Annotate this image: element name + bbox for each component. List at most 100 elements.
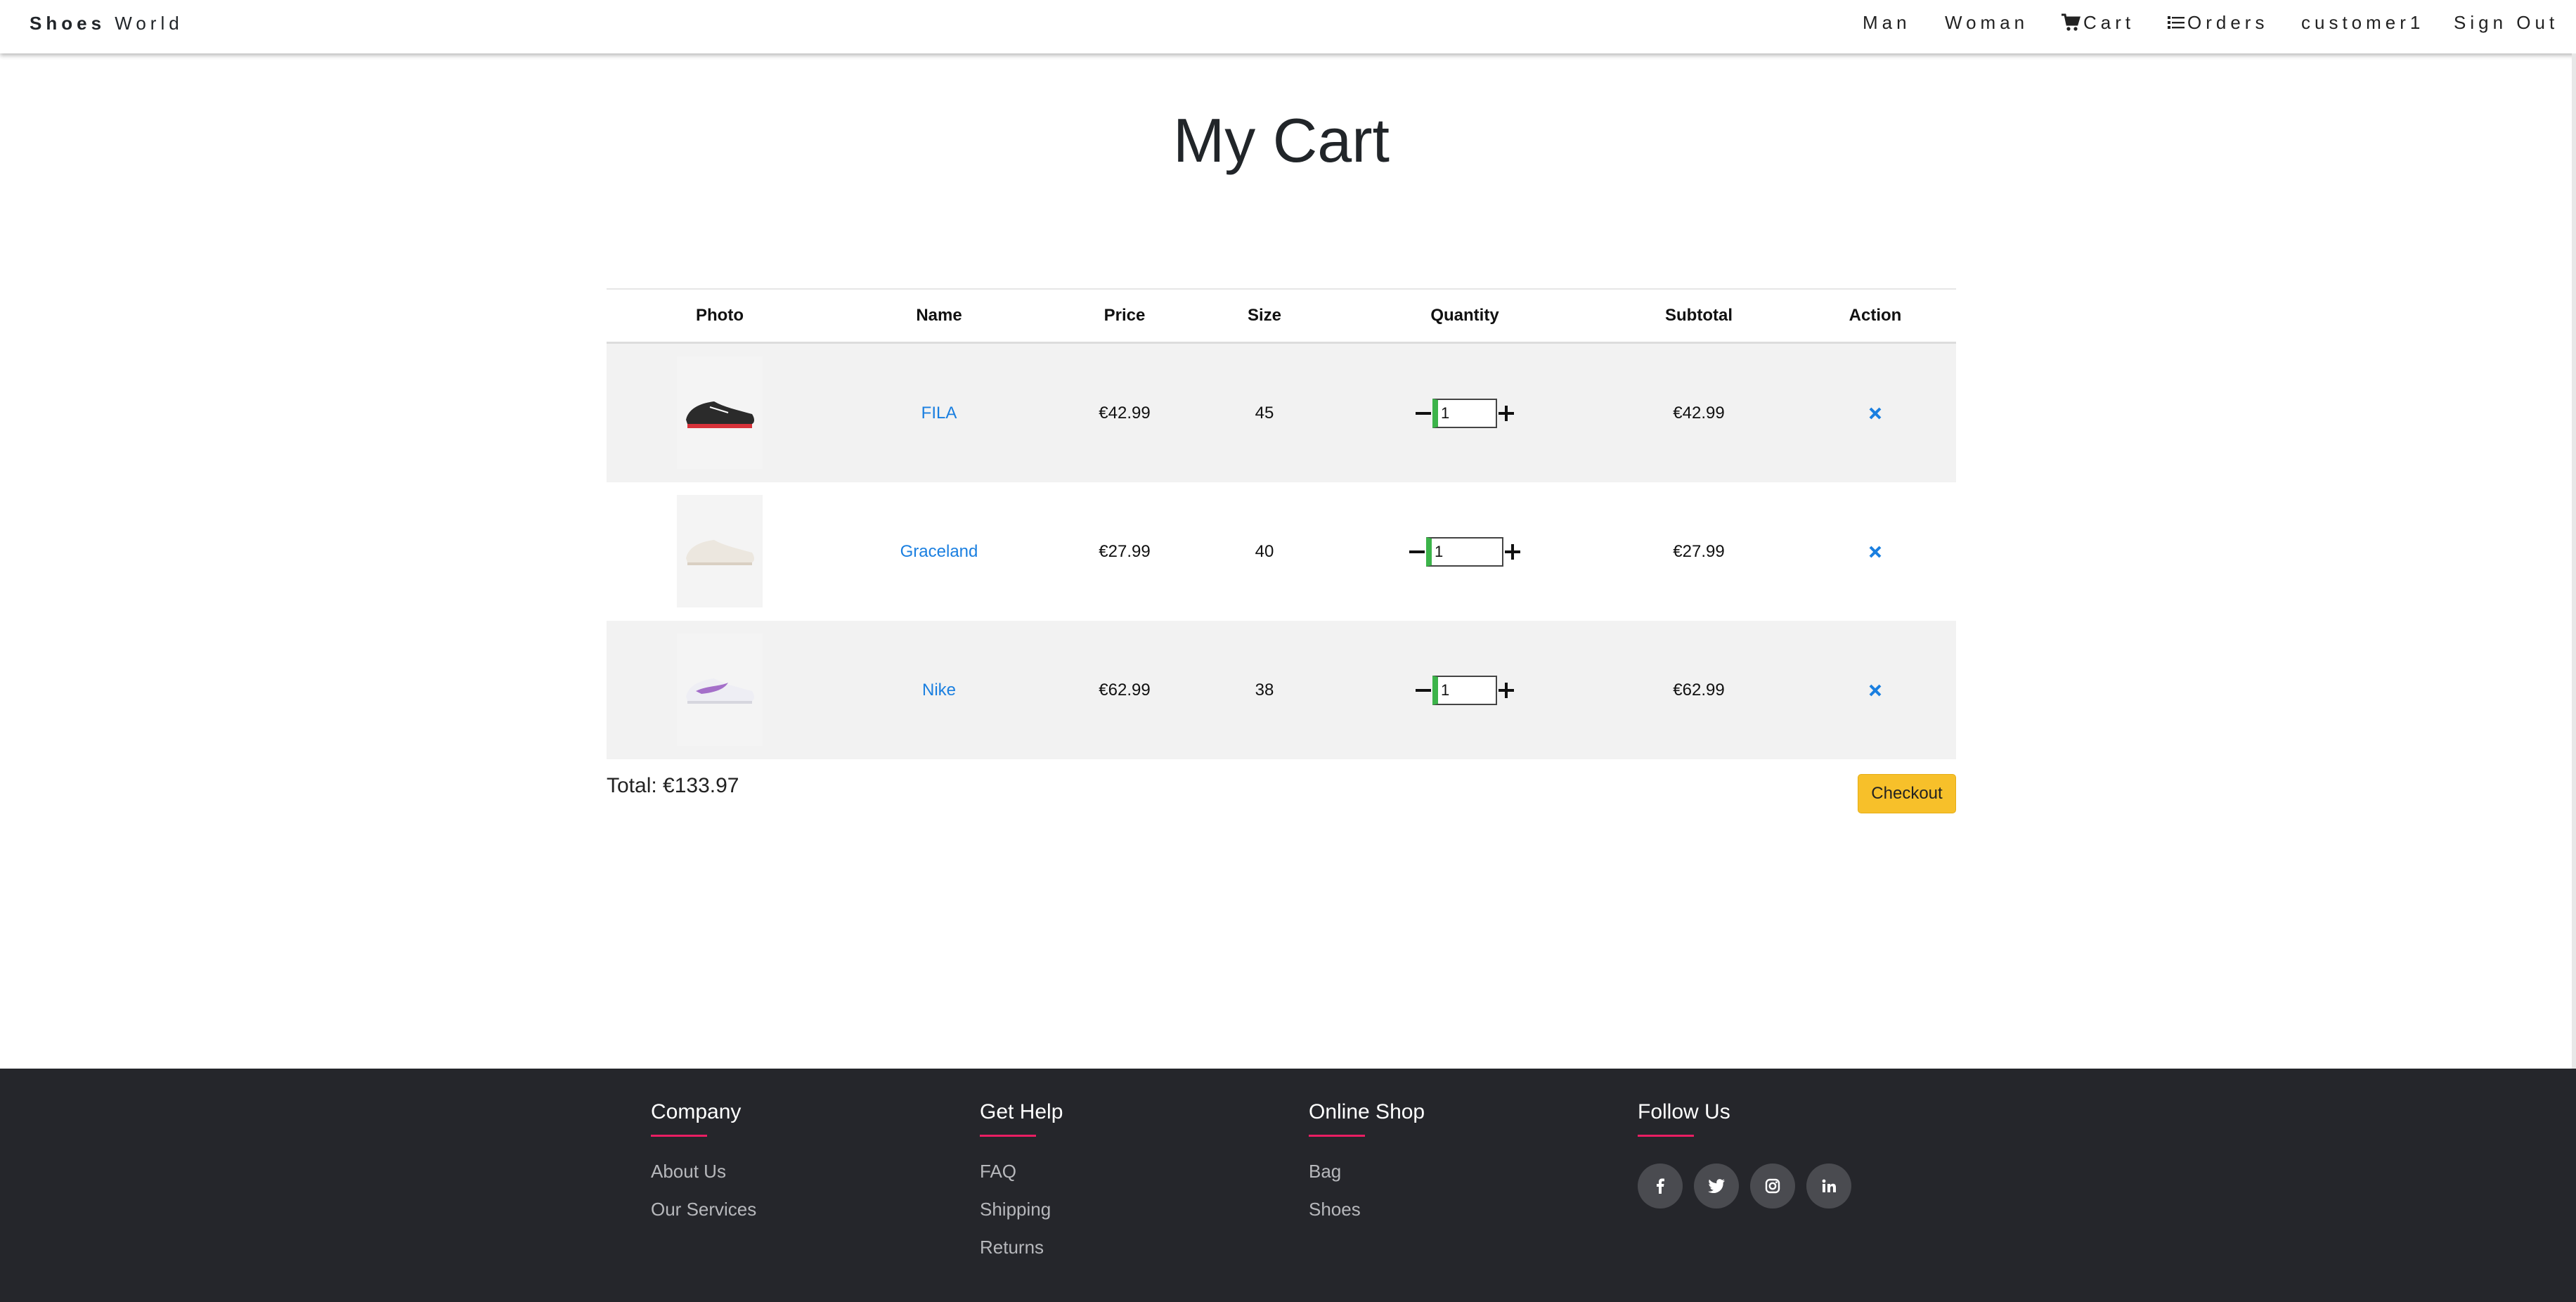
header-size: Size [1247, 306, 1282, 325]
remove-item-button[interactable] [1869, 344, 1882, 482]
brand-rest: World [115, 13, 183, 34]
footer-shop: Online Shop Bag Shoes [1309, 1098, 1425, 1228]
footer-link-bag[interactable]: Bag [1309, 1152, 1425, 1190]
header-name: Name [916, 306, 962, 325]
quantity-stepper [1414, 621, 1515, 759]
cart-icon [2062, 13, 2080, 31]
product-size: 38 [1255, 681, 1274, 700]
checkout-button[interactable]: Checkout [1858, 774, 1956, 813]
cart-table: Photo Name Price Size Quantity Subtotal … [607, 288, 1956, 759]
footer-follow: Follow Us [1638, 1098, 1851, 1208]
page-title: My Cart [1173, 105, 1390, 175]
remove-item-button[interactable] [1869, 482, 1882, 621]
table-row: FILA €42.99 45 €42.99 [607, 344, 1956, 482]
minus-icon [1409, 550, 1425, 553]
product-size: 45 [1255, 404, 1274, 423]
footer-title-underline [1309, 1135, 1365, 1137]
table-row: Nike €62.99 38 €62.99 [607, 621, 1956, 759]
product-price: €27.99 [1099, 542, 1151, 561]
decrease-quantity-button[interactable] [1414, 399, 1432, 427]
table-row: Graceland €27.99 40 €27.99 [607, 482, 1956, 621]
linkedin-button[interactable] [1806, 1164, 1851, 1208]
sneaker-image [686, 401, 754, 428]
nav-signout[interactable]: Sign Out [2454, 10, 2558, 35]
nav-signout-label: Sign Out [2454, 12, 2559, 33]
product-name-link[interactable]: FILA [921, 344, 957, 482]
table-header: Photo Name Price Size Quantity Subtotal … [607, 288, 1956, 344]
quantity-input[interactable] [1432, 675, 1497, 705]
nav-cart-label: Cart [2083, 12, 2135, 33]
nav-man-label: Man [1863, 12, 1911, 33]
footer-link-faq[interactable]: FAQ [980, 1152, 1063, 1190]
facebook-button[interactable] [1638, 1164, 1683, 1208]
plus-icon [1499, 405, 1514, 421]
header-price: Price [1103, 306, 1146, 325]
scrollbar-track[interactable] [2572, 53, 2576, 1069]
product-size: 40 [1255, 542, 1274, 561]
cart-total: Total: €133.97 [607, 774, 739, 797]
close-icon [1869, 546, 1882, 557]
increase-quantity-button[interactable] [1497, 676, 1515, 704]
product-photo[interactable] [677, 495, 763, 607]
nav-cart[interactable]: Cart [2061, 10, 2135, 35]
footer-title-underline [980, 1135, 1036, 1137]
twitter-button[interactable] [1694, 1164, 1739, 1208]
footer-company-title: Company [651, 1100, 742, 1123]
product-subtotal: €27.99 [1673, 542, 1725, 561]
plus-icon [1499, 682, 1514, 698]
footer-link-about[interactable]: About Us [651, 1152, 756, 1190]
increase-quantity-button[interactable] [1497, 399, 1515, 427]
footer-link-services[interactable]: Our Services [651, 1190, 756, 1228]
footer-company: Company About Us Our Services [651, 1098, 756, 1228]
plus-icon [1505, 543, 1520, 560]
list-icon [2168, 16, 2185, 29]
close-icon [1869, 407, 1882, 419]
product-price: €62.99 [1099, 681, 1151, 700]
instagram-button[interactable] [1750, 1164, 1795, 1208]
twitter-icon [1708, 1179, 1725, 1193]
minus-icon [1416, 411, 1431, 415]
facebook-icon [1657, 1178, 1664, 1194]
instagram-icon [1765, 1178, 1780, 1194]
product-name-link[interactable]: Graceland [900, 482, 978, 621]
decrease-quantity-button[interactable] [1414, 676, 1432, 704]
quantity-input[interactable] [1432, 398, 1497, 428]
footer-shop-title: Online Shop [1309, 1100, 1425, 1123]
quantity-stepper [1414, 344, 1515, 482]
sneaker-image [686, 540, 754, 565]
footer-link-shoes[interactable]: Shoes [1309, 1190, 1425, 1228]
increase-quantity-button[interactable] [1503, 538, 1522, 566]
sneaker-image [686, 678, 754, 704]
footer-link-returns[interactable]: Returns [980, 1228, 1063, 1266]
nav-user[interactable]: customer1 [2301, 10, 2424, 35]
header-photo: Photo [696, 306, 744, 325]
product-name-link[interactable]: Nike [922, 621, 956, 759]
footer: Company About Us Our Services Get Help F… [0, 1069, 2576, 1302]
nav-user-label: customer1 [2301, 12, 2425, 33]
quantity-stepper [1408, 482, 1522, 621]
product-photo[interactable] [677, 633, 763, 746]
nav-orders-label: Orders [2187, 12, 2269, 33]
nav-orders[interactable]: Orders [2168, 10, 2268, 35]
nav-man[interactable]: Man [1863, 10, 1911, 35]
remove-item-button[interactable] [1869, 621, 1882, 759]
footer-title-underline [1638, 1135, 1694, 1137]
minus-icon [1416, 688, 1431, 692]
linkedin-icon [1822, 1179, 1836, 1192]
brand-logo[interactable]: Shoes World [30, 11, 183, 35]
product-photo[interactable] [677, 356, 763, 469]
product-subtotal: €42.99 [1673, 404, 1725, 423]
close-icon [1869, 684, 1882, 696]
footer-help-title: Get Help [980, 1100, 1063, 1123]
nav-woman-label: Woman [1945, 12, 2029, 33]
decrease-quantity-button[interactable] [1408, 538, 1426, 566]
product-subtotal: €62.99 [1673, 681, 1725, 700]
quantity-input[interactable] [1426, 536, 1503, 567]
brand-bold: Shoes [30, 13, 106, 34]
footer-follow-title: Follow Us [1638, 1100, 1730, 1123]
footer-link-shipping[interactable]: Shipping [980, 1190, 1063, 1228]
nav-woman[interactable]: Woman [1945, 10, 2028, 35]
top-navbar: Shoes World Man Woman Cart Orders custom… [0, 0, 2576, 53]
product-price: €42.99 [1099, 404, 1151, 423]
header-quantity: Quantity [1430, 306, 1499, 325]
